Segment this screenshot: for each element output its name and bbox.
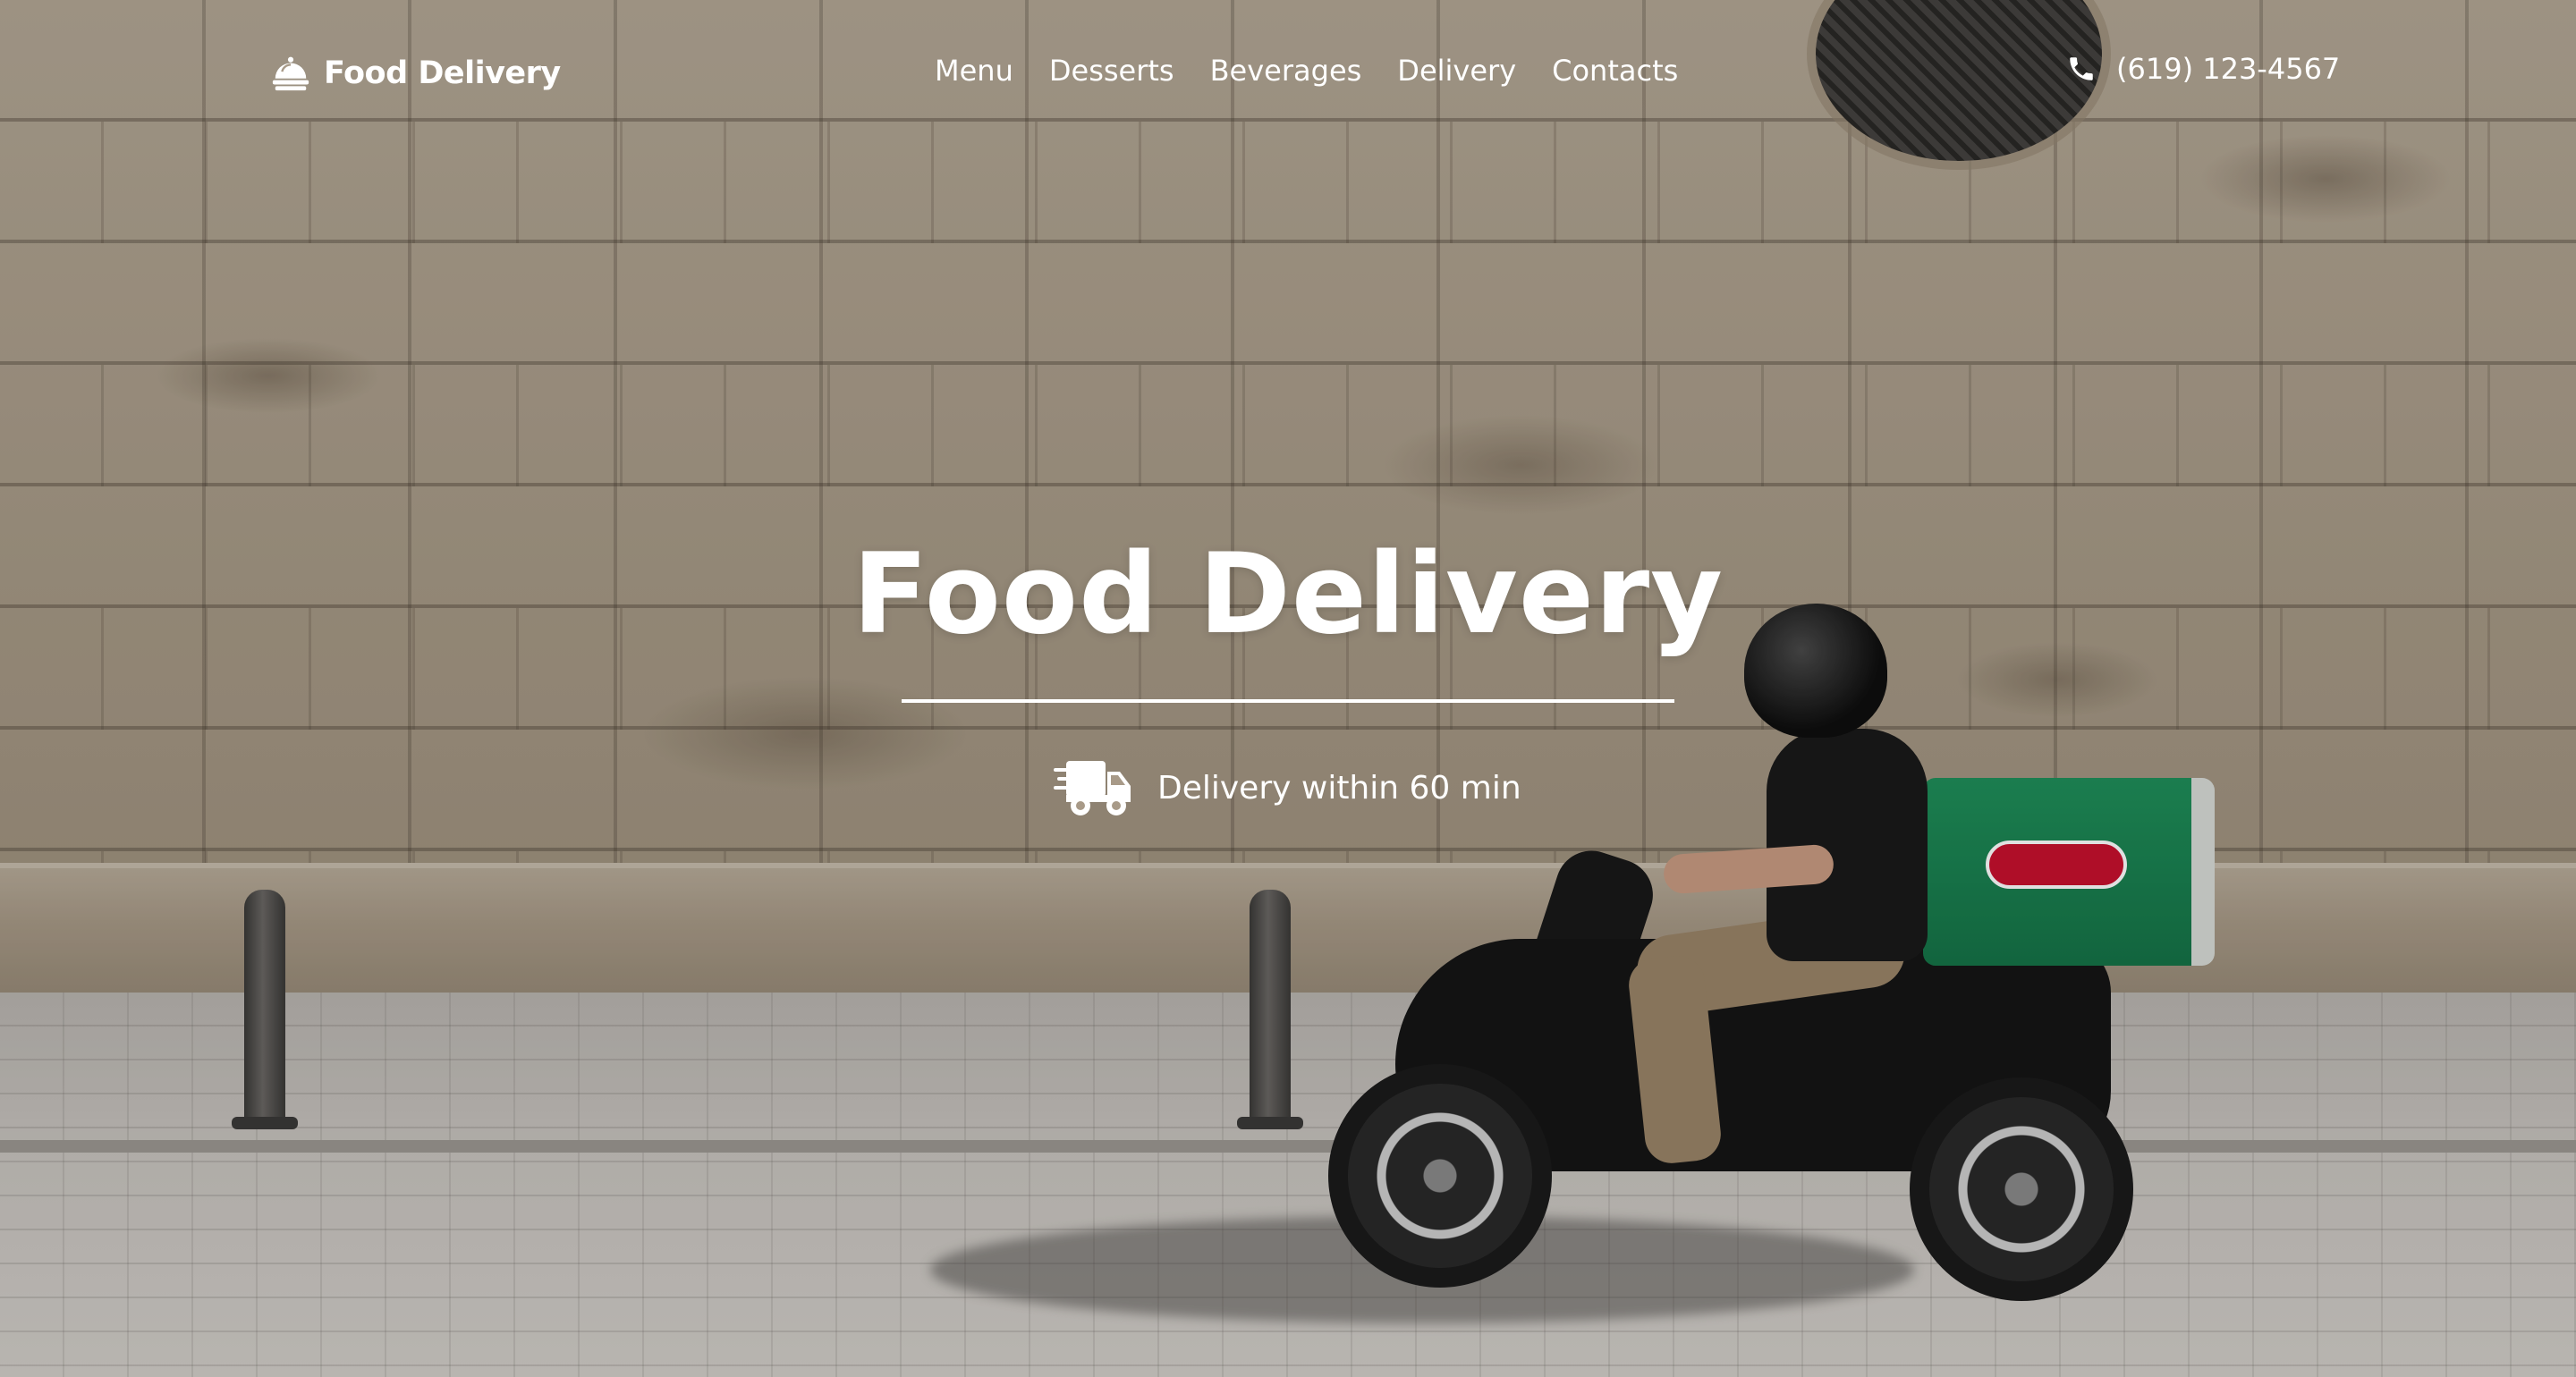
- nav-item-delivery[interactable]: Delivery: [1397, 54, 1516, 88]
- phone-link[interactable]: (619) 123-4567: [2066, 52, 2340, 86]
- site-header: Food Delivery Menu Desserts Beverages De…: [0, 0, 2576, 148]
- hero-divider: [902, 699, 1674, 703]
- phone-number: (619) 123-4567: [2116, 52, 2341, 86]
- hero-title: Food Delivery: [852, 530, 1724, 659]
- hero-subtitle-text: Delivery within 60 min: [1157, 769, 1521, 807]
- main-nav: Menu Desserts Beverages Delivery Contact…: [935, 54, 1678, 88]
- delivery-truck-icon: [1054, 761, 1131, 815]
- phone-icon: [2070, 57, 2093, 80]
- nav-item-beverages[interactable]: Beverages: [1210, 54, 1362, 88]
- nav-item-desserts[interactable]: Desserts: [1049, 54, 1174, 88]
- brand-name: Food Delivery: [324, 55, 561, 91]
- hero-subtitle: Delivery within 60 min: [1054, 756, 1521, 820]
- brand-logo-link[interactable]: Food Delivery: [270, 50, 561, 97]
- nav-item-menu[interactable]: Menu: [935, 54, 1013, 88]
- food-cloche-icon: [272, 56, 309, 91]
- hero-background-photo: [0, 0, 2576, 1377]
- nav-item-contacts[interactable]: Contacts: [1552, 54, 1678, 88]
